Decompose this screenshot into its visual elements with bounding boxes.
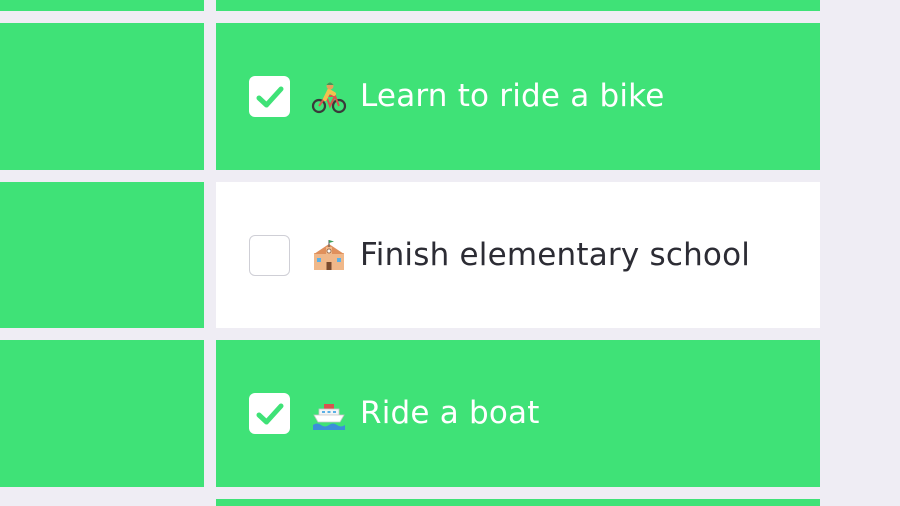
checkmark-icon bbox=[256, 403, 283, 424]
task-label: Finish elementary school bbox=[360, 236, 751, 273]
left-cell-top-partial bbox=[0, 0, 204, 11]
left-cell-row-3 bbox=[0, 340, 204, 487]
task-checkbox[interactable] bbox=[249, 393, 290, 434]
task-label: Learn to ride a bike bbox=[360, 78, 665, 114]
task-label: Ride a boat bbox=[360, 395, 540, 431]
task-checkbox[interactable] bbox=[249, 234, 290, 276]
task-row: Finish elementary school bbox=[216, 182, 820, 328]
task-row-bottom-partial bbox=[216, 499, 820, 506]
bicycle-rider-icon bbox=[311, 79, 347, 115]
task-checkbox[interactable] bbox=[249, 76, 290, 117]
school-building-icon bbox=[311, 237, 347, 273]
task-row: Ride a boat bbox=[216, 340, 820, 487]
life-checklist-board: Learn to ride a bike Finish elementary s… bbox=[0, 0, 900, 506]
task-row: Learn to ride a bike bbox=[216, 23, 820, 170]
task-row-top-partial bbox=[216, 0, 820, 11]
checkmark-icon bbox=[256, 86, 283, 107]
left-cell-row-1 bbox=[0, 23, 204, 170]
left-cell-row-2 bbox=[0, 182, 204, 328]
ship-icon bbox=[311, 396, 347, 432]
